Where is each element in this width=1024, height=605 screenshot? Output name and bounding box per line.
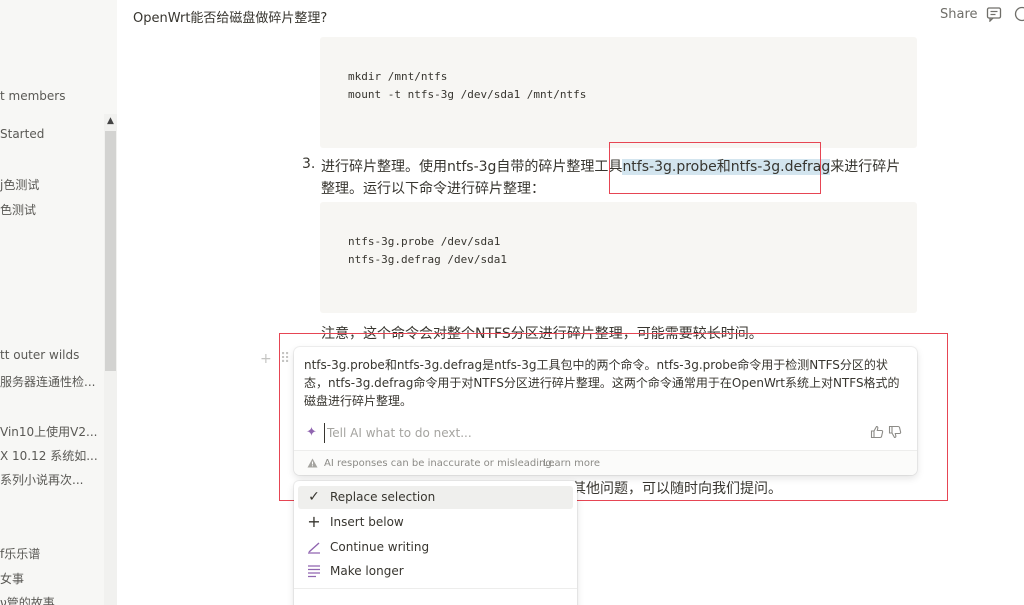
sidebar-item-color-test-1[interactable]: j色测试 [0,176,117,193]
sidebar-item-members[interactable]: t members [0,89,117,103]
menu-item-label: Make longer [330,564,404,578]
pen-icon [308,542,320,554]
annotation-box-selection [609,142,821,194]
sidebar: t members Started j色测试 色测试 tt outer wild… [0,0,117,605]
comment-icon[interactable] [986,6,1002,22]
sidebar-item-outer-wilds[interactable]: tt outer wilds [0,348,117,362]
check-icon: ✓ [308,489,320,505]
code-block-mount[interactable]: mkdir /mnt/ntfs mount -t ntfs-3g /dev/sd… [320,37,917,148]
code-line: mkdir /mnt/ntfs [348,70,448,83]
scroll-thumb[interactable] [105,131,116,371]
add-block-plus-icon[interactable]: + [260,351,272,367]
menu-item-label: Continue writing [330,540,430,554]
code-line: ntfs-3g.defrag /dev/sda1 [348,253,507,266]
sidebar-item-win10-v2[interactable]: Vin10上使用V2... [0,423,117,440]
page-title: OpenWrt能否给磁盘做碎片整理? [133,11,328,26]
menu-divider [294,588,577,589]
code-block-defrag[interactable]: ntfs-3g.probe /dev/sda1 ntfs-3g.defrag /… [320,202,917,313]
menu-item-continue-writing[interactable]: Continue writing [298,536,573,559]
step-text-before: 进行碎片整理。使用ntfs-3g自带的碎片整理工具 [321,159,623,175]
menu-item-label: Replace selection [330,490,436,504]
sidebar-item-story[interactable]: 女事 [0,570,117,587]
lines-icon [308,565,320,578]
sidebar-item-osx-1012[interactable]: X 10.12 系统如... [0,447,117,464]
sidebar-item-story-2[interactable]: ν管的故事 [0,594,117,605]
sidebar-item-music-score[interactable]: f乐乐谱 [0,545,117,562]
scroll-up-arrow-icon[interactable]: ▲ [104,114,117,128]
sidebar-item-novel-series[interactable]: 系列小说再次... [0,471,117,488]
menu-item-label: Insert below [330,515,404,529]
sidebar-scrollbar[interactable]: ▲ [104,114,117,605]
clock-icon[interactable] [1014,6,1024,22]
code-line: ntfs-3g.probe /dev/sda1 [348,235,501,248]
sidebar-item-color-test-2[interactable]: 色测试 [0,201,117,218]
ai-action-menu: ✓ Replace selection + Insert below Conti… [294,481,577,605]
menu-item-insert-below[interactable]: + Insert below [298,511,573,534]
list-number: 3. [302,156,316,172]
share-button[interactable]: Share [940,7,978,22]
code-line: mount -t ntfs-3g /dev/sda1 /mnt/ntfs [348,88,587,101]
plus-icon: + [307,512,321,531]
sidebar-item-server-check[interactable]: 服务器连通性检... [0,373,117,390]
sidebar-item-getting-started[interactable]: Started [0,127,117,141]
menu-item-replace-selection[interactable]: ✓ Replace selection [298,486,573,509]
menu-item-make-longer[interactable]: Make longer [298,560,573,583]
annotation-box-ai-panel [279,333,948,501]
